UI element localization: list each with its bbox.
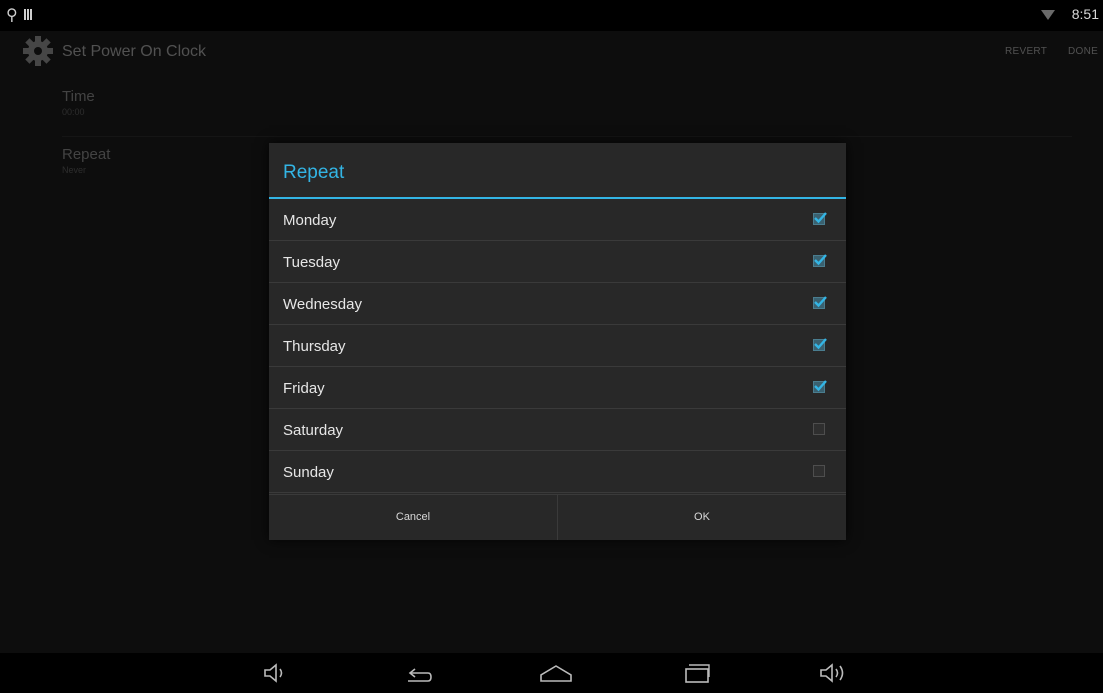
day-checkbox[interactable] xyxy=(813,254,827,267)
day-row-monday[interactable]: Monday xyxy=(269,199,846,241)
day-label: Wednesday xyxy=(283,296,362,313)
ok-button[interactable]: OK xyxy=(558,495,846,540)
navigation-bar xyxy=(0,653,1103,693)
repeat-dialog: Repeat Monday Tuesday Wednesday Thursday… xyxy=(269,143,846,540)
volume-down-icon[interactable] xyxy=(263,662,289,684)
day-label: Saturday xyxy=(283,422,344,439)
day-label: Sunday xyxy=(283,464,334,481)
day-checkbox[interactable] xyxy=(813,212,827,225)
day-checkbox[interactable] xyxy=(813,423,825,435)
day-checkbox[interactable] xyxy=(813,296,827,309)
day-label: Tuesday xyxy=(283,254,340,271)
day-row-friday[interactable]: Friday xyxy=(269,367,846,409)
day-row-tuesday[interactable]: Tuesday xyxy=(269,241,846,283)
screen: ⚲ 8:51 Set Power On Clock REVERT DONE Ti… xyxy=(0,0,1103,693)
day-row-wednesday[interactable]: Wednesday xyxy=(269,283,846,325)
back-icon[interactable] xyxy=(403,662,433,684)
recent-apps-icon[interactable] xyxy=(683,662,711,684)
day-row-sunday[interactable]: Sunday xyxy=(269,451,846,493)
dialog-button-bar: Cancel OK xyxy=(269,494,846,540)
volume-up-icon[interactable] xyxy=(819,662,853,684)
day-label: Thursday xyxy=(283,338,346,355)
dialog-title: Repeat xyxy=(283,162,345,183)
day-row-thursday[interactable]: Thursday xyxy=(269,325,846,367)
status-bar: ⚲ 8:51 xyxy=(0,0,1103,31)
day-row-saturday[interactable]: Saturday xyxy=(269,409,846,451)
day-label: Monday xyxy=(283,212,337,229)
day-checkbox[interactable] xyxy=(813,380,827,393)
day-checkbox[interactable] xyxy=(813,465,825,477)
cancel-button[interactable]: Cancel xyxy=(269,495,558,540)
day-checkbox[interactable] xyxy=(813,338,827,351)
home-icon[interactable] xyxy=(539,662,573,684)
day-label: Friday xyxy=(283,380,325,397)
sd-card-icon xyxy=(24,9,32,20)
wifi-icon xyxy=(1041,10,1055,20)
status-clock: 8:51 xyxy=(1071,6,1099,22)
day-list: Monday Tuesday Wednesday Thursday Friday… xyxy=(269,199,846,493)
usb-icon: ⚲ xyxy=(6,7,18,24)
